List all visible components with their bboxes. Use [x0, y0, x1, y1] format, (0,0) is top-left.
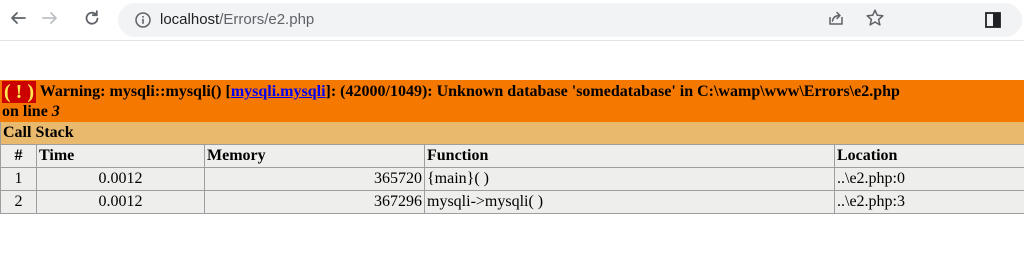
row-num: 1: [0, 167, 37, 191]
warning-line-number: 3: [51, 103, 60, 120]
warning-line-label: on line: [2, 103, 52, 120]
warning-badge: ( ! ): [2, 81, 36, 103]
reload-icon: [83, 9, 101, 32]
callstack-title: Call Stack: [0, 121, 1024, 145]
row-num: 2: [0, 190, 37, 214]
warning-suffix: ]: (42000/1049): Unknown database 'somed…: [325, 83, 900, 100]
url-text[interactable]: localhost/Errors/e2.php: [160, 3, 314, 37]
row-memory: 365720: [204, 167, 425, 191]
header-memory: Memory: [204, 144, 425, 168]
warning-message: ( ! ) Warning: mysqli::mysqli() [mysqli.…: [0, 80, 1024, 122]
row-location: ..\e2.php:3: [834, 190, 1024, 214]
reload-button[interactable]: [78, 6, 106, 34]
header-num: #: [0, 144, 37, 168]
browser-toolbar: localhost/Errors/e2.php: [0, 0, 1024, 41]
table-row: 2 0.0012 367296 mysqli->mysqli( ) ..\e2.…: [0, 190, 1024, 214]
table-row: 1 0.0012 365720 {main}( ) ..\e2.php:0: [0, 167, 1024, 191]
forward-arrow-icon: [41, 9, 59, 32]
docs-link[interactable]: mysqli.mysqli: [231, 83, 326, 100]
row-location: ..\e2.php:0: [834, 167, 1024, 191]
row-memory: 367296: [204, 190, 425, 214]
header-time: Time: [36, 144, 205, 168]
row-time: 0.0012: [36, 190, 205, 214]
side-panel-icon[interactable]: [982, 9, 1004, 31]
xdebug-error-table: ( ! ) Warning: mysqli::mysqli() [mysqli.…: [0, 80, 1024, 214]
row-time: 0.0012: [36, 167, 205, 191]
back-arrow-icon: [9, 9, 27, 32]
row-function: {main}( ): [424, 167, 835, 191]
share-icon[interactable]: [824, 6, 848, 30]
table-header-row: # Time Memory Function Location: [0, 144, 1024, 168]
callstack-title-row: Call Stack: [0, 121, 1024, 145]
row-function: mysqli->mysqli( ): [424, 190, 835, 214]
header-function: Function: [424, 144, 835, 168]
header-location: Location: [834, 144, 1024, 168]
info-icon[interactable]: [134, 11, 152, 29]
url-path: /Errors/e2.php: [219, 11, 315, 28]
forward-button[interactable]: [36, 6, 64, 34]
warning-prefix: Warning: mysqli::mysqli() [: [39, 83, 231, 100]
warning-row: ( ! ) Warning: mysqli::mysqli() [mysqli.…: [0, 80, 1024, 122]
url-host: localhost: [160, 11, 220, 28]
star-icon[interactable]: [863, 6, 887, 30]
back-button[interactable]: [4, 6, 32, 34]
